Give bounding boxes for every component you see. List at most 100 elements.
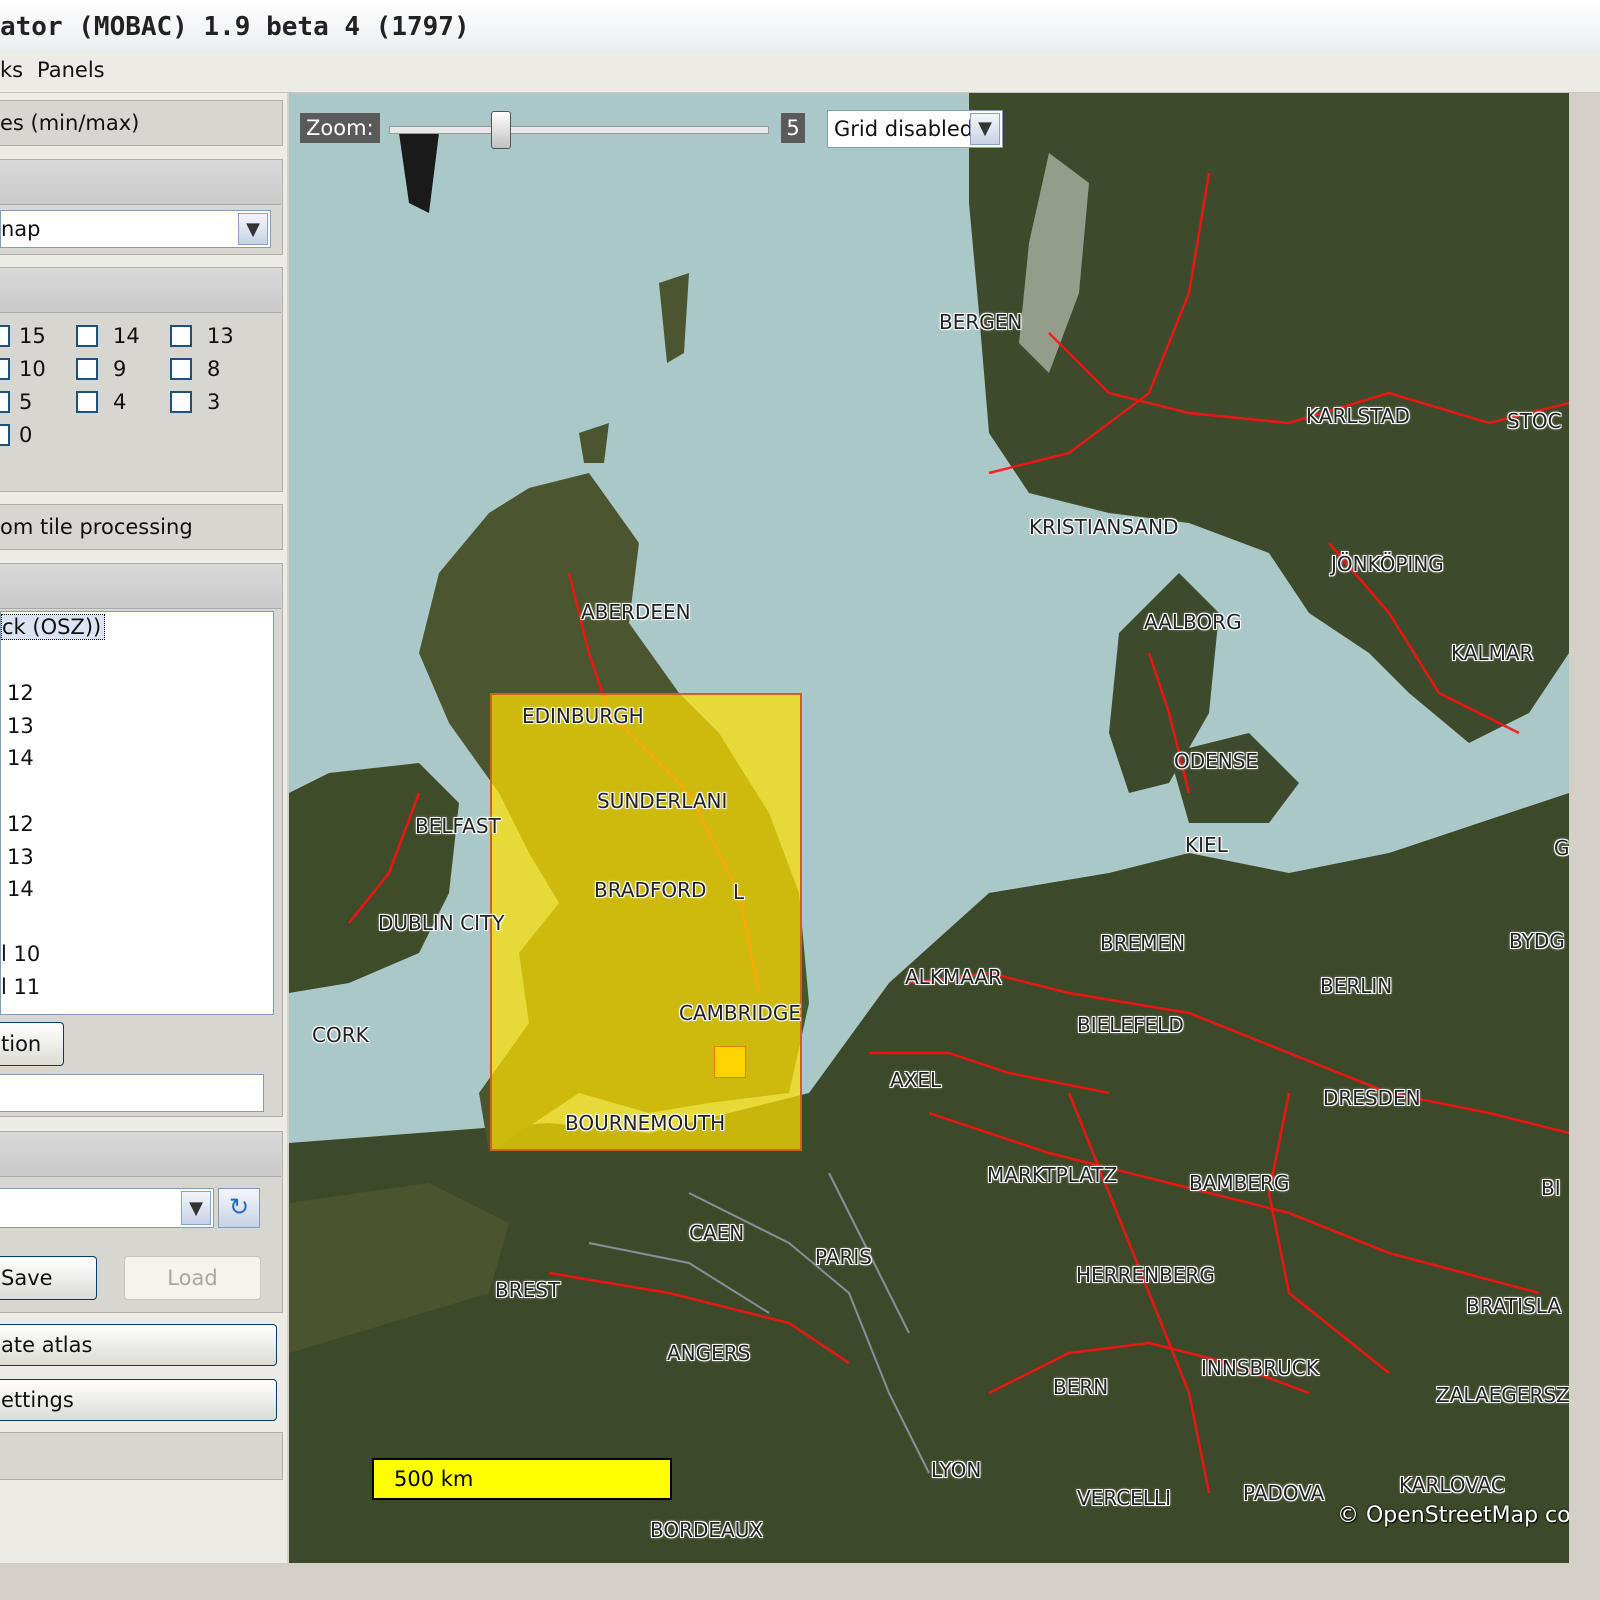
zoom-slider-thumb[interactable] xyxy=(491,111,511,149)
menu-bar: ks Panels xyxy=(0,50,1600,93)
tile-processing-section-header[interactable]: om tile processing xyxy=(0,504,283,550)
zoom-0-checkbox[interactable] xyxy=(0,424,10,446)
chevron-down-icon[interactable]: ▼ xyxy=(970,113,1000,145)
chevron-down-icon[interactable]: ▼ xyxy=(238,213,268,245)
profiles-section: ▼ ↻ Save Load xyxy=(0,1131,283,1313)
zoom-levels-section: 15 14 13 10 9 8 5 4 3 0 xyxy=(0,267,283,492)
city-label: KRISTIANSAND xyxy=(1029,515,1179,539)
zoom-10-checkbox[interactable] xyxy=(0,358,10,380)
tree-item-14a[interactable]: 14 xyxy=(7,746,34,770)
city-label: PARIS xyxy=(815,1245,872,1269)
zoom-slider-track[interactable] xyxy=(389,126,769,134)
zoom-levels-header[interactable] xyxy=(0,268,281,313)
tree-item-13a[interactable]: 13 xyxy=(7,714,34,738)
tree-item-selected[interactable]: ck (OSZ)) xyxy=(1,614,106,640)
scale-bar: 500 km xyxy=(372,1458,672,1500)
zoom-4-checkbox[interactable] xyxy=(76,391,98,413)
tree-item-11[interactable]: l 11 xyxy=(1,975,40,999)
city-label: VERCELLI xyxy=(1077,1486,1172,1510)
zoom-3-checkbox[interactable] xyxy=(170,391,192,413)
zoom-9-label: 9 xyxy=(113,357,127,381)
zoom-14-checkbox[interactable] xyxy=(76,325,98,347)
profiles-header[interactable] xyxy=(0,1132,281,1177)
zoom-levels-section-header[interactable]: es (min/max) xyxy=(0,100,283,146)
city-label: BERN xyxy=(1053,1375,1109,1399)
city-label: HERRENBERG xyxy=(1076,1263,1215,1287)
tile-processing-label: om tile processing xyxy=(0,515,193,539)
city-label: AALBORG xyxy=(1144,610,1242,634)
zoom-13-checkbox[interactable] xyxy=(170,325,192,347)
city-label: BIELEFELD xyxy=(1077,1013,1184,1037)
zoom-9-checkbox[interactable] xyxy=(76,358,98,380)
tree-item-13b[interactable]: 13 xyxy=(7,845,34,869)
tree-item-10[interactable]: l 10 xyxy=(1,942,40,966)
map-source-section: nap ▼ xyxy=(0,159,283,255)
city-label: JÖNKÖPING xyxy=(1331,552,1444,576)
grid-select-value: Grid disabled xyxy=(834,117,974,141)
atlas-name-input[interactable] xyxy=(0,1074,264,1112)
city-label: BELFAST xyxy=(415,814,501,838)
tree-item-14b[interactable]: 14 xyxy=(7,877,34,901)
city-label: INNSBRUCK xyxy=(1201,1356,1319,1380)
create-atlas-button[interactable]: ate atlas xyxy=(0,1324,277,1366)
selection-rectangle[interactable] xyxy=(490,693,802,1151)
window-title: ator (MOBAC) 1.9 beta 4 (1797) xyxy=(0,12,470,42)
city-label: L xyxy=(733,880,745,904)
zoom-13-label: 13 xyxy=(207,324,234,348)
map-source-select[interactable]: nap ▼ xyxy=(0,210,271,248)
city-label: BERGEN xyxy=(939,310,1023,334)
add-selection-button[interactable]: tion xyxy=(0,1022,64,1066)
window-right-edge xyxy=(1569,93,1600,1600)
create-atlas-label: ate atlas xyxy=(1,1333,93,1357)
load-profile-button[interactable]: Load xyxy=(124,1256,261,1300)
profile-select[interactable]: ▼ xyxy=(0,1188,214,1228)
save-label: Save xyxy=(1,1266,53,1290)
tree-item-12b[interactable]: 12 xyxy=(7,812,34,836)
window-bottom-edge xyxy=(0,1563,1600,1600)
zoom-8-label: 8 xyxy=(207,357,221,381)
city-label: G xyxy=(1554,836,1569,860)
city-label: BRADFORD xyxy=(594,878,707,902)
map-source-value: nap xyxy=(1,217,41,241)
city-label: LYON xyxy=(931,1458,982,1482)
settings-label: ettings xyxy=(1,1388,74,1412)
tree-item-12a[interactable]: 12 xyxy=(7,681,34,705)
city-label: BORDEAUX xyxy=(650,1518,764,1542)
city-label: DRESDEN xyxy=(1323,1086,1421,1110)
city-label: ZALAEGERSZ xyxy=(1436,1383,1569,1407)
left-panel: es (min/max) nap ▼ 15 14 13 10 9 8 5 4 3… xyxy=(0,93,287,1600)
zoom-5-checkbox[interactable] xyxy=(0,391,10,413)
map-view[interactable]: Zoom: 5 Grid disabled ▼ BERGEN KARLSTAD … xyxy=(289,93,1569,1563)
save-profile-button[interactable]: Save xyxy=(0,1256,97,1300)
grid-select[interactable]: Grid disabled ▼ xyxy=(827,110,1003,148)
settings-button[interactable]: ettings xyxy=(0,1379,277,1421)
zoom-value: 5 xyxy=(781,113,805,143)
atlas-content-tree[interactable]: ck (OSZ)) 12 13 14 12 13 14 l 10 l 11 xyxy=(0,611,274,1015)
city-label: MARKTPLATZ xyxy=(987,1163,1118,1187)
map-source-header[interactable] xyxy=(0,160,281,205)
zoom-3-label: 3 xyxy=(207,390,221,414)
city-label: KARLSTAD xyxy=(1306,404,1410,428)
bottom-section-header[interactable] xyxy=(0,1432,283,1480)
menu-panels[interactable]: Panels xyxy=(37,58,105,82)
zoom-8-checkbox[interactable] xyxy=(170,358,192,380)
city-label: CAMBRIDGE xyxy=(679,1001,801,1025)
city-label: EDINBURGH xyxy=(522,704,644,728)
add-selection-label: tion xyxy=(1,1032,42,1056)
city-label: BERLIN xyxy=(1320,974,1393,998)
city-label: BYDG xyxy=(1509,929,1565,953)
zoom-15-checkbox[interactable] xyxy=(0,325,10,347)
zoom-5-label: 5 xyxy=(19,390,33,414)
city-label: STOC xyxy=(1507,409,1562,433)
city-label: AXEL xyxy=(890,1068,942,1092)
atlas-content-header[interactable] xyxy=(0,564,281,609)
zoom-levels-section-label: es (min/max) xyxy=(0,111,140,135)
zoom-4-label: 4 xyxy=(113,390,127,414)
chevron-down-icon[interactable]: ▼ xyxy=(181,1191,211,1225)
city-label: ANGERS xyxy=(667,1341,751,1365)
refresh-icon[interactable]: ↻ xyxy=(218,1188,260,1228)
selection-marker xyxy=(714,1046,746,1078)
title-bar: ator (MOBAC) 1.9 beta 4 (1797) xyxy=(0,0,1600,51)
menu-bookmarks[interactable]: ks xyxy=(0,58,23,82)
city-label: BRATISLA xyxy=(1466,1294,1562,1318)
